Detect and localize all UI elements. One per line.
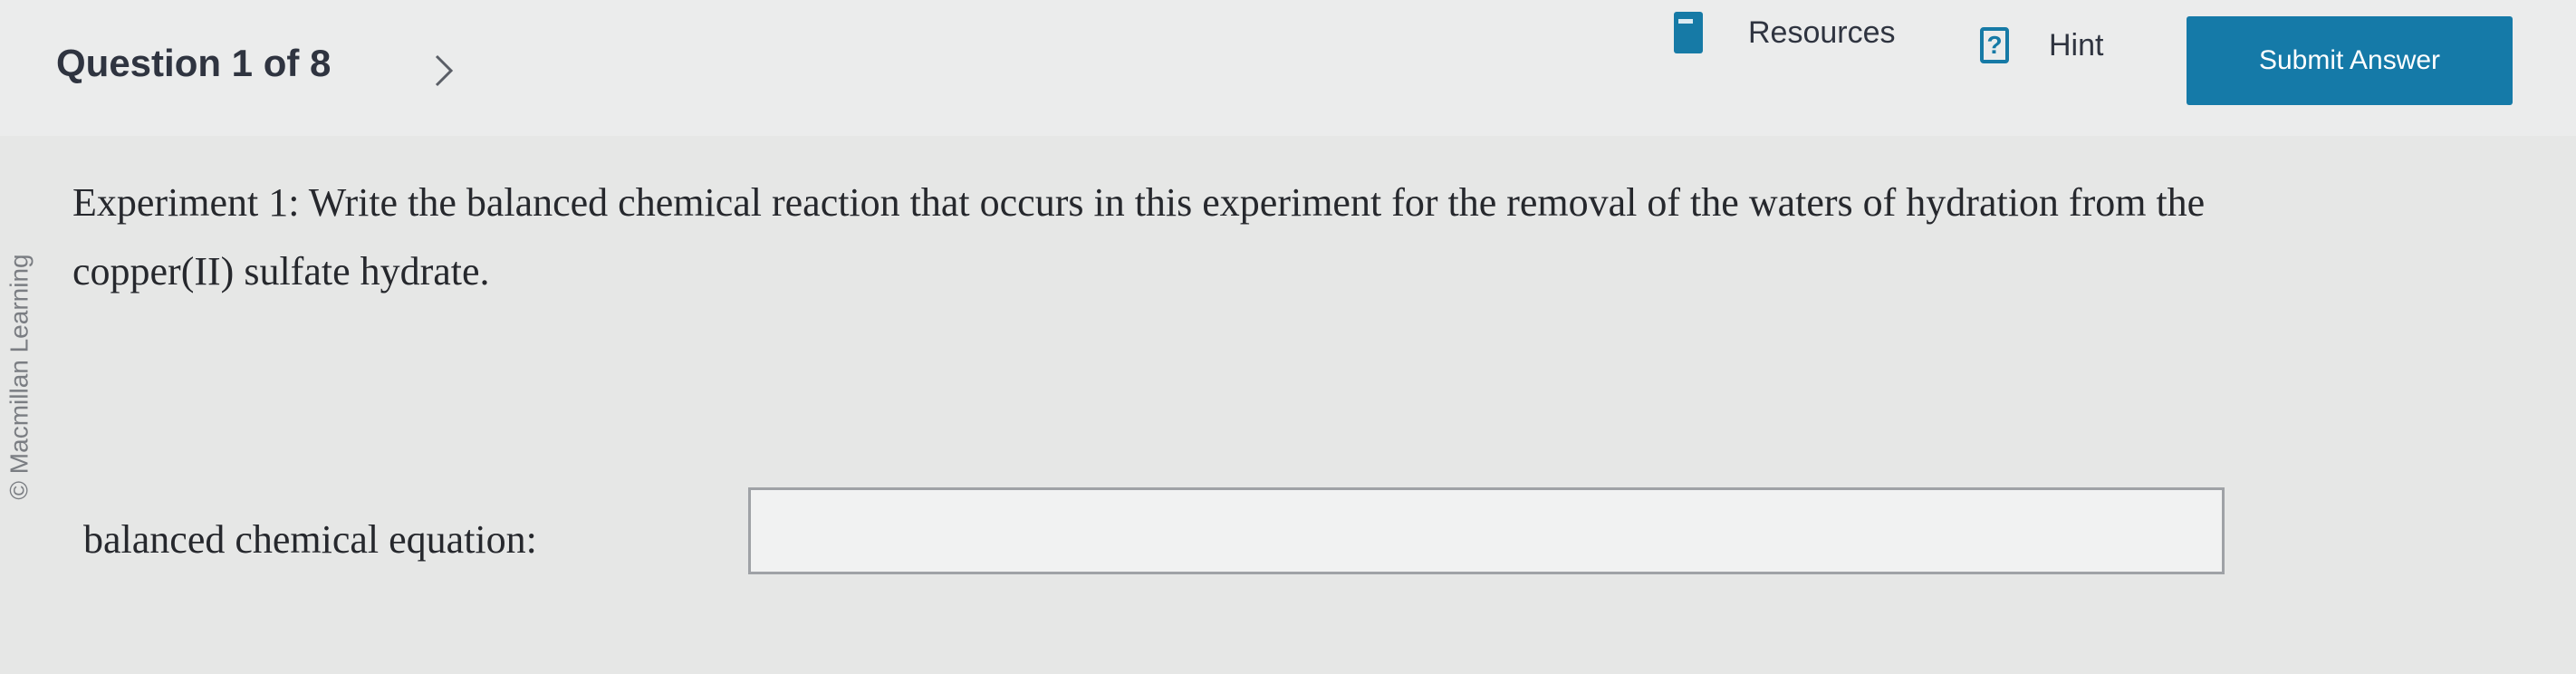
submit-answer-button[interactable]: Submit Answer — [2187, 16, 2513, 105]
hint-label: Hint — [2049, 27, 2104, 63]
chevron-right-icon — [435, 54, 454, 87]
resources-label: Resources — [1748, 14, 1896, 50]
hint-button[interactable]: ? Hint — [1980, 18, 2103, 72]
question-counter: Question 1 of 8 — [56, 42, 332, 84]
copyright-text: © Macmillan Learning — [5, 254, 34, 500]
answer-label: balanced chemical equation: — [83, 517, 537, 562]
question-prompt: Experiment 1: Write the balanced chemica… — [72, 180, 2206, 294]
next-question-button[interactable] — [431, 51, 457, 91]
resources-icon — [1674, 12, 1703, 53]
balanced-equation-input[interactable] — [748, 487, 2225, 574]
resources-button[interactable]: Resources — [1674, 4, 1896, 62]
top-toolbar: Question 1 of 8 Resources ? Hint Submit … — [0, 0, 2576, 136]
copyright-notice: © Macmillan Learning — [0, 178, 40, 576]
hint-icon: ? — [1980, 27, 2009, 63]
